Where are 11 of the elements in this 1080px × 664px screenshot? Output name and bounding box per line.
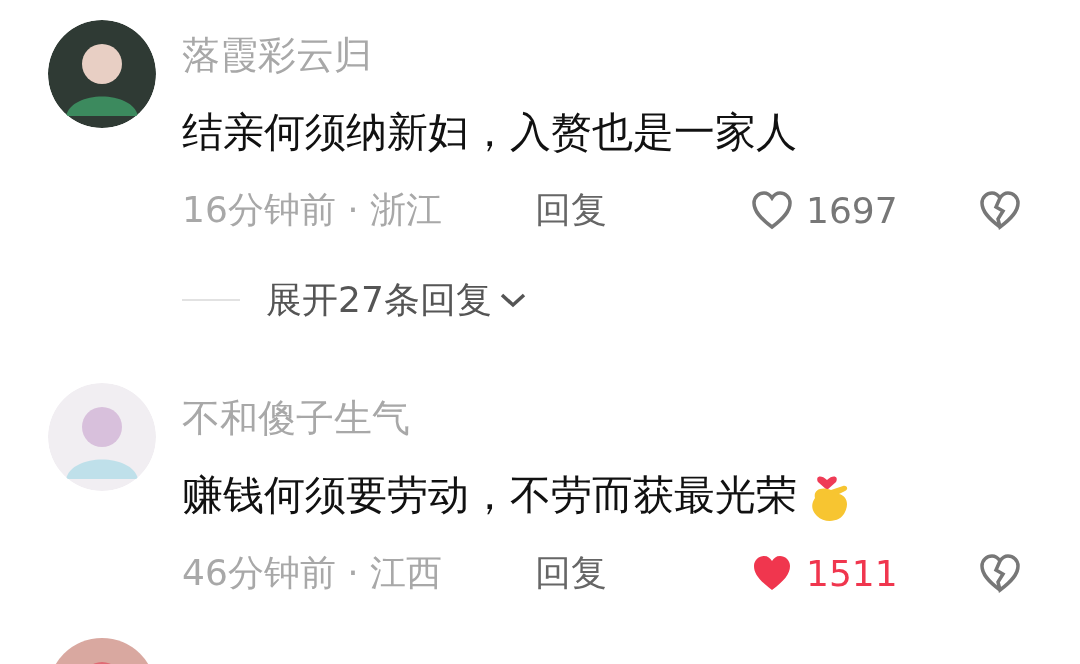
avatar[interactable] (48, 20, 156, 128)
reply-link[interactable]: 回复 (535, 548, 607, 598)
comment-text: 赚钱何须要劳动，不劳而获最光荣 (182, 470, 797, 521)
heart-icon[interactable] (750, 189, 794, 231)
reply-link[interactable]: 回复 (535, 185, 607, 235)
like-count: 1511 (806, 552, 898, 594)
timestamp: 16分钟前 · 浙江 (182, 187, 444, 232)
like-count: 1697 (806, 189, 898, 231)
comment-text: 结亲何须纳新妇，入赘也是一家人 (182, 107, 797, 158)
expand-replies-link[interactable]: 展开27条回复 (266, 275, 492, 325)
timestamp: 46分钟前 · 江西 (182, 550, 444, 595)
